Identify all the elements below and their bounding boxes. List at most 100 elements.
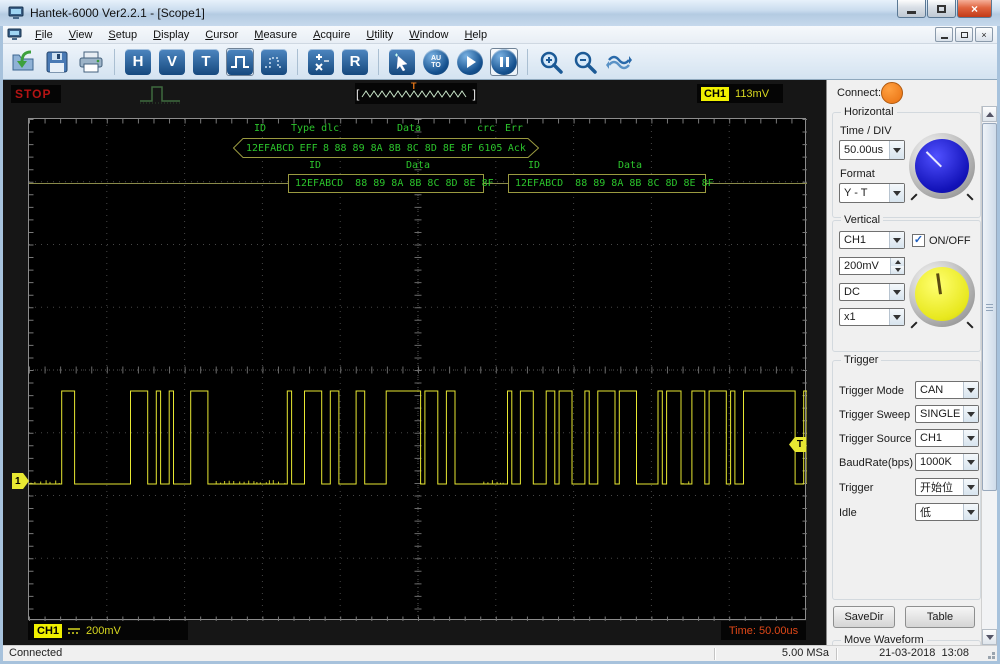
vertical-title: Vertical	[841, 214, 883, 226]
menu-setup[interactable]: Setup	[100, 28, 145, 42]
menu-window[interactable]: Window	[401, 28, 456, 42]
menu-display[interactable]: Display	[145, 28, 197, 42]
h-cursor-button[interactable]: H	[124, 48, 152, 76]
print-icon	[78, 50, 104, 74]
idle-select[interactable]: 低	[915, 503, 979, 521]
frame-dlc: 8	[323, 143, 329, 154]
math-button[interactable]	[307, 48, 335, 76]
save-button[interactable]	[43, 48, 71, 76]
resize-grip[interactable]	[992, 656, 995, 659]
menu-measure[interactable]: Measure	[246, 28, 305, 42]
zoom-out-button[interactable]	[571, 48, 599, 76]
vertical-knob[interactable]	[909, 261, 975, 327]
menu-file[interactable]: File	[27, 28, 61, 42]
channel-value: CH1	[844, 234, 866, 246]
table-button[interactable]: Table	[905, 606, 975, 628]
menu-cursor[interactable]: Cursor	[197, 28, 246, 42]
spinner-arrows-icon[interactable]	[890, 258, 904, 274]
trigger-condition-label: Trigger	[839, 482, 873, 494]
idle-value: 低	[920, 504, 931, 520]
autoset-button[interactable]: AUTO	[422, 48, 450, 76]
wave-swap-button[interactable]	[605, 48, 633, 76]
trigger-title: Trigger	[841, 354, 881, 366]
trigger-mode-select[interactable]: CAN	[915, 381, 979, 399]
savedir-button[interactable]: SaveDir	[833, 606, 895, 628]
channel-onoff-checkbox[interactable]: ✓	[912, 234, 925, 247]
trigger-source-row: Trigger Source CH1	[833, 429, 982, 453]
menu-utility[interactable]: Utility	[358, 28, 401, 42]
scroll-up-icon[interactable]	[982, 106, 997, 122]
frame3-data: 88 89 8A 8B 8C 8D 8E 8F	[575, 178, 713, 189]
channel-select[interactable]: CH1	[839, 231, 905, 249]
pulse-decode-button[interactable]	[226, 48, 254, 76]
frame-ack: Ack	[508, 143, 526, 154]
overview-left-bracket: [	[356, 86, 359, 102]
t-cursor-button[interactable]: T	[192, 48, 220, 76]
mdi-minimize-button[interactable]	[935, 27, 953, 42]
trigger-source-select[interactable]: CH1	[915, 429, 979, 447]
connection-status: Connected	[9, 647, 62, 659]
play-icon	[467, 56, 476, 68]
scope-screen[interactable]: ID Type dlc Data crc Err 12EFABCD EFF 8 …	[28, 118, 806, 620]
close-button[interactable]: ×	[957, 0, 992, 18]
panel-scrollbar[interactable]	[981, 106, 997, 645]
run-button[interactable]	[456, 48, 484, 76]
minimize-button[interactable]	[897, 0, 926, 18]
scrollbar-thumb[interactable]	[982, 123, 997, 491]
baudrate-label: BaudRate(bps)	[839, 457, 913, 469]
v-cursor-button[interactable]: V	[158, 48, 186, 76]
reference-button[interactable]: R	[341, 48, 369, 76]
horizontal-knob[interactable]	[909, 133, 975, 199]
minimize-icon	[907, 11, 916, 14]
decode-label-crc: crc	[477, 123, 495, 134]
coupling-select[interactable]: DC	[839, 283, 905, 301]
channel-position-marker[interactable]: 1	[12, 473, 29, 489]
can-frame-3: 12EFABCD 88 89 8A 8B 8C 8D 8E 8F	[508, 174, 706, 193]
idle-row: Idle 低	[833, 503, 982, 527]
horizontal-title: Horizontal	[841, 106, 897, 118]
menu-view[interactable]: View	[61, 28, 101, 42]
menu-acquire[interactable]: Acquire	[305, 28, 358, 42]
toolbar-separator	[378, 49, 379, 75]
status-bar: Connected 5.00 MSa 21-03-2018 13:08	[3, 645, 997, 661]
waveform-overview[interactable]: [ ] T	[355, 83, 477, 104]
toolbar-separator	[297, 49, 298, 75]
mdi-restore-button[interactable]	[955, 27, 973, 42]
trigger-sweep-row: Trigger Sweep SINGLE	[833, 405, 982, 429]
trigger-level-value: 113mV	[735, 88, 769, 100]
mdi-close-button[interactable]: ×	[975, 27, 993, 42]
dropdown-arrow-icon	[889, 141, 904, 159]
trigger-sweep-select[interactable]: SINGLE	[915, 405, 979, 423]
trigger-condition-select[interactable]: 开始位	[915, 478, 979, 496]
dropdown-arrow-icon	[963, 382, 978, 398]
pause-button[interactable]	[490, 48, 518, 76]
mdi-close-icon: ×	[981, 30, 986, 40]
app-icon	[8, 6, 24, 20]
decode-label-err: Err	[505, 123, 523, 134]
pointer-button[interactable]	[388, 48, 416, 76]
probe-select[interactable]: x1	[839, 308, 905, 326]
pulse-measure-button[interactable]	[260, 48, 288, 76]
coupling-value: DC	[844, 286, 860, 298]
volts-spinner[interactable]: 200mV	[839, 257, 905, 275]
menu-help[interactable]: Help	[456, 28, 495, 42]
zoom-in-button[interactable]	[537, 48, 565, 76]
timediv-select[interactable]: 50.00us	[839, 140, 905, 160]
trigger-sweep-value: SINGLE	[920, 408, 960, 420]
baudrate-value: 1000K	[920, 456, 952, 468]
print-button[interactable]	[77, 48, 105, 76]
format-value: Y - T	[844, 187, 867, 199]
close-icon: ×	[971, 2, 978, 16]
trigger-condition-row: Trigger 开始位	[833, 478, 982, 502]
open-button[interactable]	[9, 48, 37, 76]
dropdown-arrow-icon	[963, 479, 978, 495]
onoff-label: ON/OFF	[929, 235, 971, 247]
mdi-child-icon	[7, 28, 23, 41]
maximize-button[interactable]	[927, 0, 956, 18]
decode-label-type-dlc: Type dlc	[291, 123, 339, 134]
scroll-down-icon[interactable]	[982, 629, 997, 645]
format-select[interactable]: Y - T	[839, 183, 905, 203]
baudrate-select[interactable]: 1000K	[915, 453, 979, 471]
toolbar: H V T R AUTO	[3, 44, 997, 80]
dropdown-arrow-icon	[889, 284, 904, 300]
